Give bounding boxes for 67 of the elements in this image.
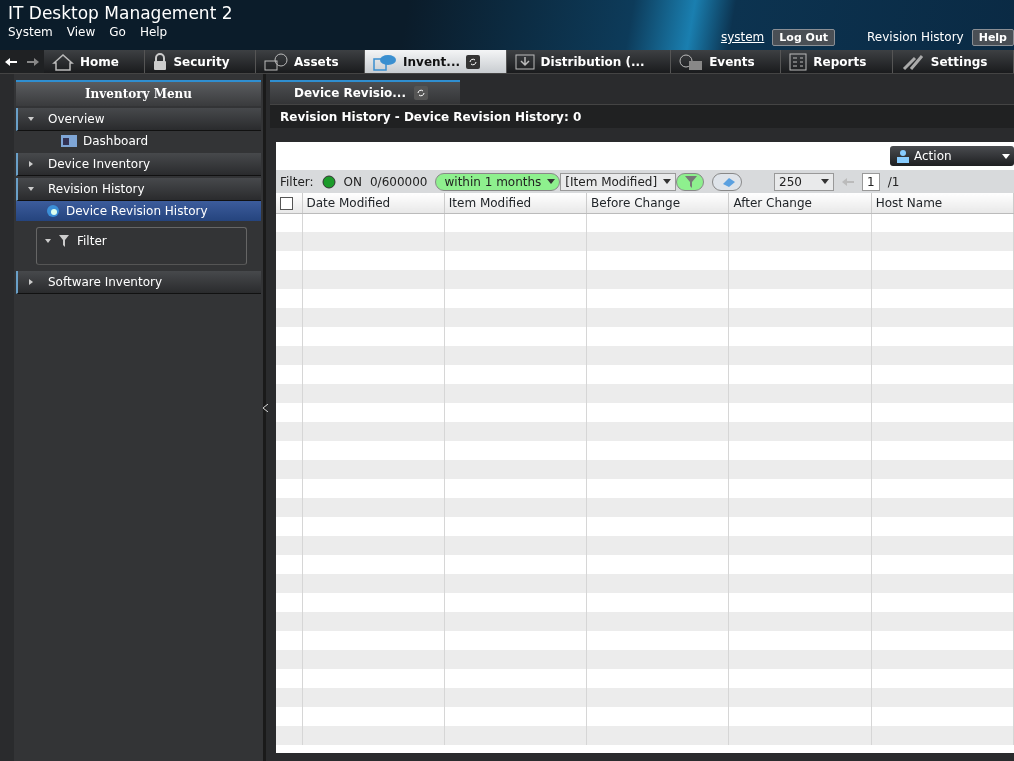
nav-tab[interactable]: Invent... bbox=[365, 50, 507, 73]
caret-icon bbox=[547, 179, 556, 184]
nav-tab[interactable]: Events bbox=[671, 50, 782, 73]
back-arrow-icon[interactable] bbox=[5, 56, 17, 67]
filter-label: Filter: bbox=[280, 173, 314, 191]
menu-item[interactable]: Help bbox=[139, 23, 168, 41]
content-heading: Revision History - Device Revision History: 0 bbox=[270, 104, 1014, 128]
house-icon bbox=[52, 52, 74, 71]
funnel-icon bbox=[685, 175, 700, 188]
caret-icon bbox=[1002, 153, 1010, 159]
sidebar-group[interactable]: Device Inventory bbox=[16, 153, 261, 176]
nav-tab[interactable]: Distribution (... bbox=[506, 50, 672, 73]
sidebar-item[interactable]: Device Revision History bbox=[16, 201, 261, 221]
refresh-icon bbox=[466, 54, 481, 69]
download-tray-icon bbox=[514, 52, 535, 71]
page-label: Revision History bbox=[867, 29, 964, 46]
padlock-icon bbox=[153, 52, 168, 71]
expand-caret-icon bbox=[28, 161, 34, 167]
select-all-checkbox[interactable] bbox=[280, 196, 293, 210]
nav-tab[interactable]: Home bbox=[44, 50, 146, 73]
sidebar-group[interactable]: Overview bbox=[16, 108, 261, 131]
menu-item[interactable]: Go bbox=[109, 23, 126, 41]
filter-label: Filter bbox=[77, 233, 107, 250]
nav-tab[interactable]: Settings bbox=[892, 50, 1014, 73]
collapse-caret-icon bbox=[28, 116, 34, 122]
app-title: IT Desktop Management 2 bbox=[8, 3, 234, 23]
record-count: 0/600000 bbox=[370, 173, 428, 191]
help-button[interactable]: Help bbox=[971, 28, 1014, 46]
item-dropdown[interactable]: [Item Modified] bbox=[560, 172, 677, 191]
column-header[interactable]: Date Modified bbox=[302, 193, 445, 213]
collapse-caret-icon bbox=[28, 186, 34, 192]
clear-filter-button[interactable] bbox=[712, 172, 743, 191]
nav-tab[interactable]: Security bbox=[145, 50, 256, 73]
sidebar-group[interactable]: Software Inventory bbox=[16, 271, 261, 294]
logout-button[interactable]: Log Out bbox=[772, 28, 836, 46]
menu-item[interactable]: System bbox=[8, 23, 53, 41]
user-link[interactable]: system bbox=[720, 28, 765, 46]
sidebar-group[interactable]: Revision History bbox=[16, 178, 261, 201]
page-size-dropdown[interactable]: 250 bbox=[774, 172, 835, 191]
expand-caret-icon bbox=[28, 279, 34, 285]
nav-tab[interactable]: Assets bbox=[256, 50, 366, 73]
column-header[interactable]: Host Name bbox=[871, 193, 1014, 213]
nav-tab[interactable]: Reports bbox=[781, 50, 893, 73]
report-icon bbox=[789, 52, 808, 71]
sidebar-item[interactable]: Dashboard bbox=[16, 131, 261, 151]
apply-filter-button[interactable] bbox=[676, 172, 705, 191]
refresh-icon bbox=[413, 86, 428, 100]
filter-status: ON bbox=[343, 173, 362, 191]
page-field[interactable]: 1 bbox=[862, 172, 880, 191]
content-tab[interactable]: Device Revisio... bbox=[270, 80, 460, 104]
sidebar-title: Inventory Menu bbox=[16, 80, 261, 106]
column-header[interactable]: After Change bbox=[728, 193, 872, 213]
clock-calendar-icon bbox=[679, 52, 704, 71]
forward-arrow-icon[interactable] bbox=[27, 56, 39, 67]
menu-item[interactable]: View bbox=[66, 23, 96, 41]
caret-icon bbox=[821, 179, 830, 184]
page-total: /1 bbox=[887, 173, 900, 191]
dashboard-icon bbox=[61, 135, 77, 147]
chat-bubble-icon bbox=[373, 52, 398, 71]
period-dropdown[interactable]: within 1 months bbox=[435, 172, 561, 191]
column-header[interactable]: Item Modified bbox=[444, 193, 587, 213]
funnel-icon bbox=[59, 235, 69, 247]
filter-header[interactable]: Filter bbox=[45, 232, 107, 250]
collapse-caret-icon bbox=[45, 238, 51, 244]
column-header[interactable]: Before Change bbox=[586, 193, 729, 213]
caret-icon bbox=[663, 179, 672, 184]
action-button[interactable]: Action bbox=[890, 146, 1014, 166]
